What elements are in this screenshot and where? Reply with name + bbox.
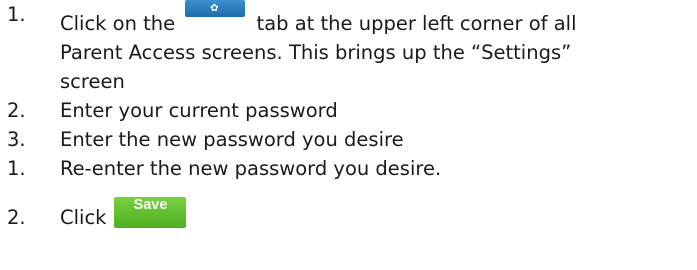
- gear-icon: ✿: [210, 3, 219, 14]
- step-number: 1.: [7, 157, 26, 180]
- step-number: 3.: [7, 128, 26, 151]
- settings-tab[interactable]: ✿ SETTINGS: [185, 0, 246, 31]
- list-item: 2. Enter your current password: [0, 96, 697, 125]
- step-number: 1.: [7, 3, 26, 26]
- step-text: Click: [60, 206, 107, 229]
- list-item: 1. Re-enter the new password you desire.: [0, 154, 697, 183]
- step-text: Parent Access screens. This brings up th…: [60, 41, 572, 64]
- save-button[interactable]: Save: [114, 197, 187, 228]
- instruction-list: 1. Click on the ✿ SETTINGS tab at the upp…: [0, 0, 697, 229]
- step-text: Enter the new password you desire: [60, 128, 404, 151]
- list-item: 3. Enter the new password you desire: [0, 125, 697, 154]
- step-text: Re-enter the new password you desire.: [60, 157, 442, 180]
- step-text: screen: [60, 70, 125, 93]
- step-text: Enter your current password: [60, 99, 338, 122]
- step-text: Click on the: [60, 12, 182, 35]
- step-text: tab at the upper left corner of all: [250, 12, 577, 35]
- list-item: 1. Click on the ✿ SETTINGS tab at the upp…: [0, 0, 697, 96]
- step-number: 2.: [7, 206, 26, 229]
- list-item: 2. Click Save: [0, 189, 697, 229]
- step-number: 2.: [7, 99, 26, 122]
- settings-tab-label: SETTINGS: [189, 21, 242, 31]
